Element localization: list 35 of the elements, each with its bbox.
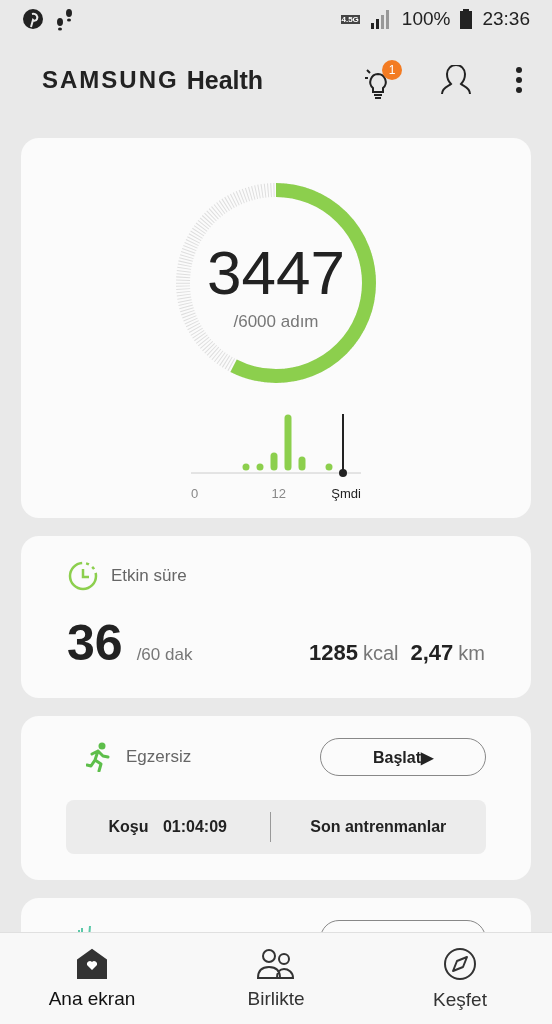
nav-tab[interactable]: Birlikte — [184, 933, 368, 1024]
step-count: 3447 — [207, 242, 345, 304]
distance-unit: km — [458, 642, 485, 665]
clock: 23:36 — [482, 8, 530, 30]
start-button[interactable]: Başlat▶ — [320, 738, 486, 776]
card-title: Egzersiz — [126, 747, 192, 767]
home-icon — [75, 947, 109, 980]
more-options-icon[interactable] — [516, 67, 522, 93]
minutes-goal: /60 dak — [136, 645, 193, 665]
timer-icon — [67, 560, 99, 592]
axis-label: 12 — [271, 486, 287, 501]
network-type: 4.5G — [340, 14, 360, 24]
nav-tab[interactable]: Ana ekran — [0, 933, 184, 1024]
axis-label: Şmdi — [331, 486, 361, 501]
pinterest-icon — [22, 8, 44, 30]
active-minutes: 36 — [67, 614, 123, 672]
app-title: Health — [186, 65, 264, 95]
notification-badge: 1 — [382, 60, 402, 80]
battery-icon — [460, 9, 473, 29]
battery-percent: 100% — [401, 8, 451, 30]
distance-value: 2,47 — [410, 640, 454, 666]
card-title: Etkin süre — [111, 566, 187, 586]
nav-tab[interactable]: Keşfet — [368, 933, 552, 1024]
running-icon — [86, 742, 112, 772]
last-workout: Koşu 01:04:09 — [107, 818, 228, 836]
people-icon — [257, 947, 295, 980]
profile-icon[interactable] — [440, 65, 472, 95]
brand-logo: SAMSUNG — [42, 66, 179, 94]
axis-label: 0 — [191, 486, 199, 501]
recent-workouts-button[interactable]: Son antrenmanlar — [270, 800, 486, 854]
calories-unit: kcal — [362, 642, 399, 665]
compass-icon — [443, 946, 477, 981]
calories-value: 1285 — [308, 640, 358, 666]
signal-icon — [369, 9, 392, 29]
step-goal: /6000 adım — [233, 312, 319, 332]
